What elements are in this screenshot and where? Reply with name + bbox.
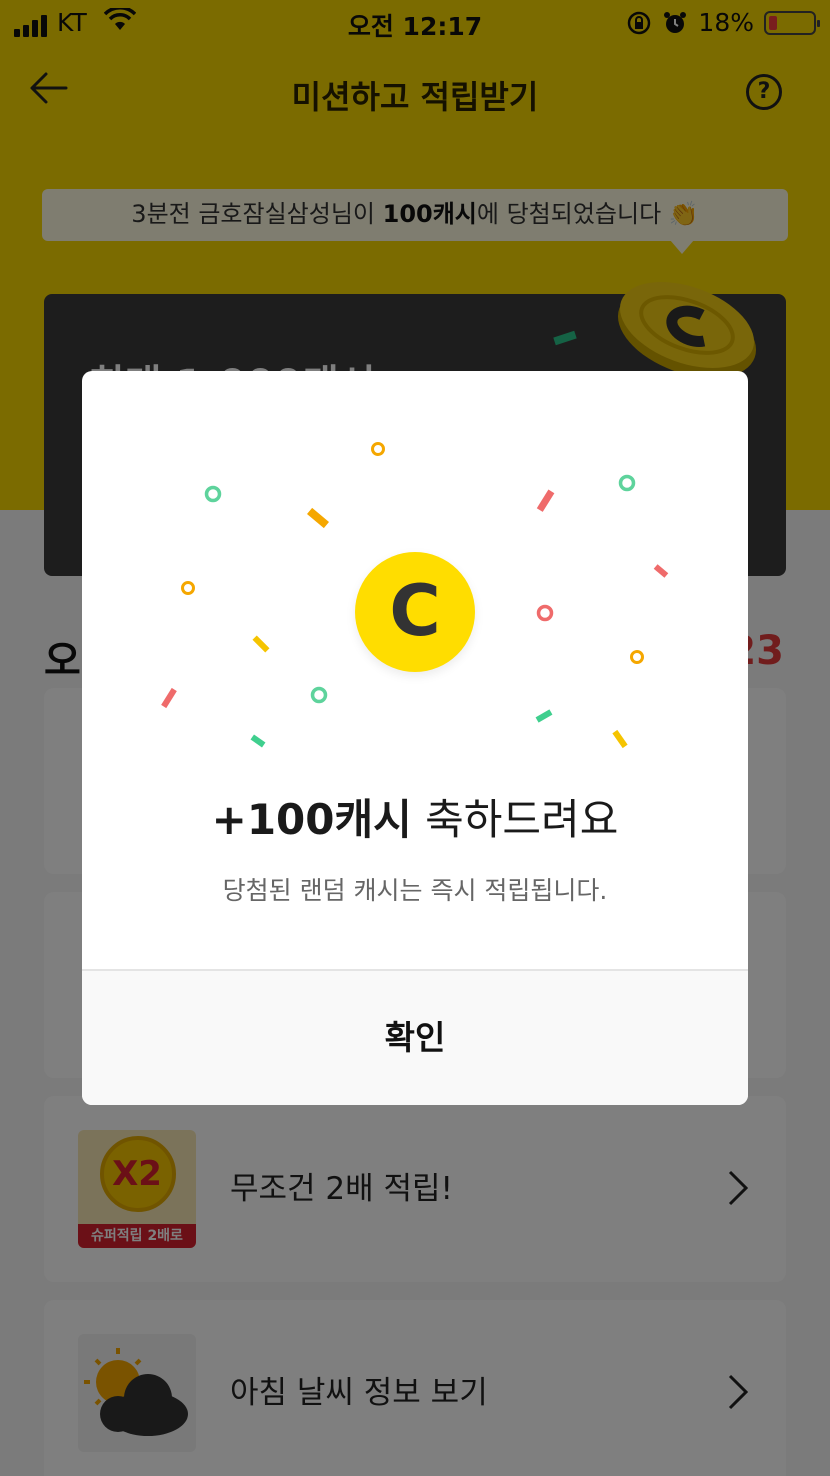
coin-letter: C (389, 570, 441, 652)
modal-title-amount: +100캐시 (211, 795, 412, 844)
confirm-button[interactable]: 확인 (82, 971, 748, 1105)
modal-title-text: 축하드려요 (411, 795, 619, 844)
reward-modal: C +100캐시 축하드려요 당첨된 랜덤 캐시는 즉시 적립됩니다. 확인 (82, 371, 748, 1105)
modal-title: +100캐시 축하드려요 (82, 786, 748, 847)
modal-subtitle: 당첨된 랜덤 캐시는 즉시 적립됩니다. (222, 876, 608, 905)
coin-badge-icon: C (355, 552, 475, 672)
